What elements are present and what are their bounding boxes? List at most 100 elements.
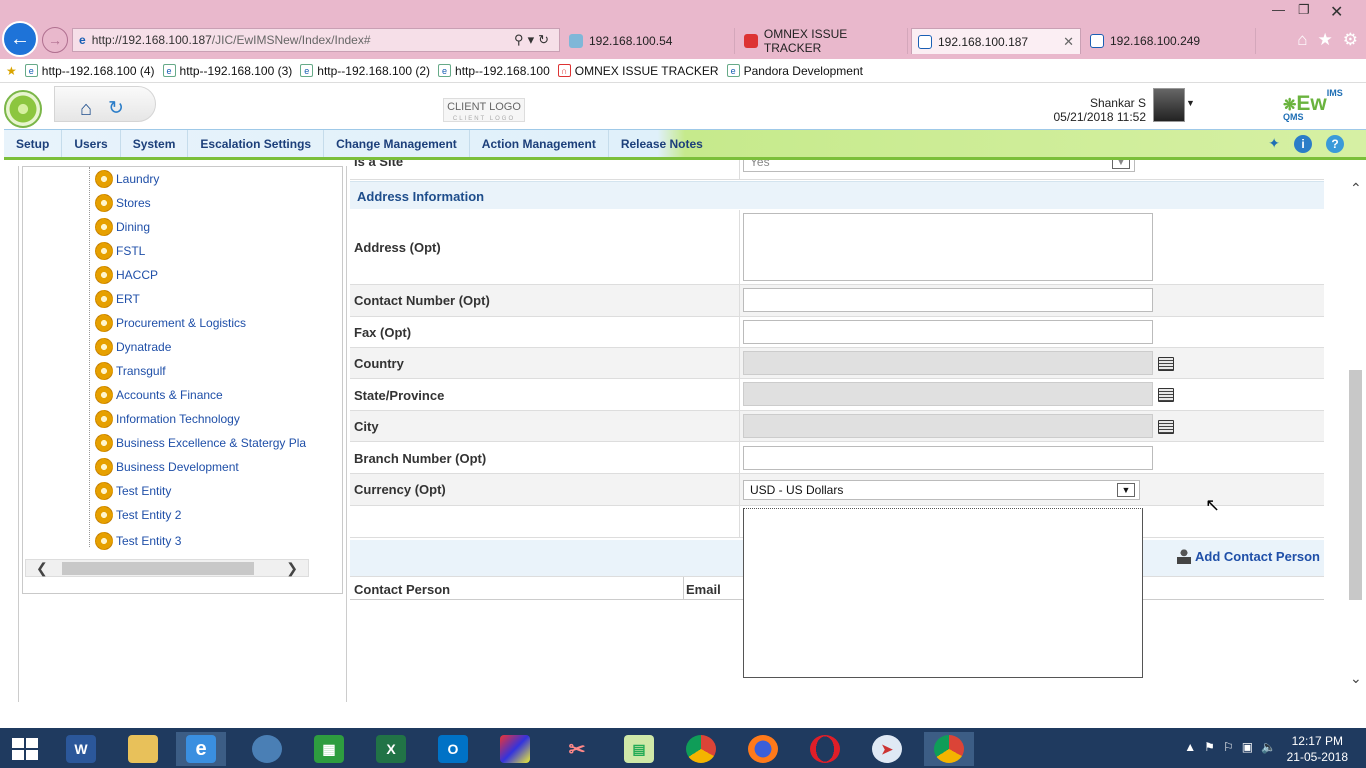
scroll-thumb[interactable] xyxy=(62,562,254,575)
menu-escalation-settings[interactable]: Escalation Settings xyxy=(188,130,325,157)
currency-dropdown-list[interactable] xyxy=(743,508,1143,678)
fax-input[interactable] xyxy=(743,320,1153,344)
chrome-app-2[interactable] xyxy=(924,732,974,766)
info-icon[interactable]: i xyxy=(1294,135,1312,153)
word-app[interactable]: W xyxy=(56,732,106,766)
favorite-link[interactable]: e http--192.168.100 (4) xyxy=(24,64,155,78)
tree-item[interactable]: ERT xyxy=(95,287,140,311)
currency-select[interactable]: USD - US Dollars ▼ xyxy=(743,480,1140,500)
home-browser-icon[interactable]: ⌂ xyxy=(1297,30,1307,50)
favorite-link[interactable]: ∩ OMNEX ISSUE TRACKER xyxy=(557,64,719,78)
thunderbird-app[interactable] xyxy=(242,732,292,766)
add-contact-person-button[interactable]: Add Contact Person xyxy=(1177,548,1320,564)
volume-icon[interactable]: 🔈 xyxy=(1261,740,1276,754)
home-icon[interactable]: ⌂ xyxy=(80,98,92,121)
tree-item[interactable]: FSTL xyxy=(95,239,145,263)
lookup-list-icon[interactable] xyxy=(1158,420,1174,434)
tree-horizontal-scrollbar[interactable]: ❮ ❯ xyxy=(25,559,309,577)
network-icon[interactable]: ▣ xyxy=(1242,740,1253,754)
close-window-icon[interactable]: ✕ xyxy=(1330,2,1343,22)
tab-4[interactable]: 192.168.100.249 xyxy=(1084,28,1256,54)
address-bar[interactable]: e http://192.168.100.187/JIC/EwIMSNew/In… xyxy=(72,28,560,52)
favorite-link[interactable]: e http--192.168.100 xyxy=(438,64,550,78)
maximize-icon[interactable]: ❐ xyxy=(1298,2,1310,18)
lookup-list-icon[interactable] xyxy=(1158,388,1174,402)
safari-app[interactable]: ➤ xyxy=(862,732,912,766)
scroll-left-icon[interactable]: ❮ xyxy=(36,560,48,577)
refresh-icon[interactable]: ↻ xyxy=(108,97,124,120)
tab-2[interactable]: OMNEX ISSUE TRACKER xyxy=(738,27,908,55)
menu-setup[interactable]: Setup xyxy=(4,130,63,157)
tree-item[interactable]: Stores xyxy=(95,191,151,215)
tree-item[interactable]: Laundry xyxy=(95,167,159,191)
menu-change-management[interactable]: Change Management xyxy=(324,130,470,157)
avatar[interactable] xyxy=(1153,88,1185,122)
help-icon[interactable]: ? xyxy=(1326,135,1344,153)
ie-app[interactable]: e xyxy=(176,732,226,766)
explorer-app[interactable] xyxy=(118,732,168,766)
tree-item[interactable]: Business Development xyxy=(95,455,239,479)
ie-tab-icon xyxy=(1090,34,1104,48)
settings-gear-icon[interactable]: ⚙ xyxy=(1343,30,1358,50)
favorite-link[interactable]: e Pandora Development xyxy=(726,64,863,78)
scroll-right-icon[interactable]: ❯ xyxy=(286,560,298,577)
tree-item[interactable]: Test Entity xyxy=(95,479,171,503)
tree-item[interactable]: Procurement & Logistics xyxy=(95,311,246,335)
is-site-select[interactable]: Yes ▼ xyxy=(743,160,1135,172)
paint-app[interactable] xyxy=(490,732,540,766)
snipping-app[interactable]: ✂ xyxy=(552,732,602,766)
chevron-down-icon[interactable]: ▼ xyxy=(1112,160,1130,169)
tray-app-icon[interactable]: ⚑ xyxy=(1204,740,1215,754)
branch-number-input[interactable] xyxy=(743,446,1153,470)
opera-app[interactable] xyxy=(800,732,850,766)
close-tab-icon[interactable]: ✕ xyxy=(1063,34,1074,50)
chart-app[interactable]: ▤ xyxy=(614,732,664,766)
menu-users[interactable]: Users xyxy=(62,130,121,157)
project-app[interactable]: ▦ xyxy=(304,732,354,766)
form-row-country: Country xyxy=(350,348,1324,379)
favorites-star-icon[interactable]: ★ xyxy=(1318,30,1333,50)
add-favorite-icon[interactable]: ★ xyxy=(6,64,17,78)
tree-item[interactable]: Dining xyxy=(95,215,150,239)
back-button[interactable]: ← xyxy=(2,21,38,57)
scroll-down-icon[interactable]: ⌄ xyxy=(1350,670,1362,687)
pin-icon[interactable]: ✦ xyxy=(1268,135,1280,153)
scroll-up-icon[interactable]: ⌃ xyxy=(1350,180,1362,197)
tree-item[interactable]: Transgulf xyxy=(95,359,166,383)
tree-item[interactable]: HACCP xyxy=(95,263,158,287)
tab-3-active[interactable]: 192.168.100.187 ✕ xyxy=(911,28,1081,54)
forward-button[interactable]: → xyxy=(42,27,68,53)
windows-start-icon[interactable] xyxy=(12,738,38,760)
favorite-link[interactable]: e http--192.168.100 (3) xyxy=(162,64,292,78)
state-input xyxy=(743,382,1153,406)
app-logo-icon xyxy=(4,90,42,128)
tree-item[interactable]: Information Technology xyxy=(95,407,240,431)
excel-app[interactable]: X xyxy=(366,732,416,766)
tree-item[interactable]: Dynatrade xyxy=(95,335,171,359)
col-contact-person: Contact Person xyxy=(354,582,451,597)
tree-item[interactable]: Test Entity 3 xyxy=(95,529,181,553)
chevron-down-icon[interactable]: ▼ xyxy=(1186,98,1195,108)
tree-item[interactable]: Accounts & Finance xyxy=(95,383,223,407)
outlook-app[interactable]: O xyxy=(428,732,478,766)
chrome-app[interactable] xyxy=(676,732,726,766)
minimize-icon[interactable]: — xyxy=(1272,2,1285,17)
tray-flag-icon[interactable]: ⚐ xyxy=(1223,740,1234,754)
lookup-list-icon[interactable] xyxy=(1158,357,1174,371)
menu-system[interactable]: System xyxy=(121,130,189,157)
tree-item[interactable]: Business Excellence & Statergy Pla xyxy=(95,431,306,455)
chevron-down-icon[interactable]: ▼ xyxy=(1117,483,1135,497)
firefox-app[interactable] xyxy=(738,732,788,766)
address-textarea[interactable] xyxy=(743,213,1153,281)
contact-number-input[interactable] xyxy=(743,288,1153,312)
menu-release-notes[interactable]: Release Notes xyxy=(609,130,715,157)
tab-1[interactable]: 192.168.100.54 xyxy=(563,28,735,54)
tray-expand-icon[interactable]: ▲ xyxy=(1184,740,1196,754)
tree-item[interactable]: Test Entity 2 xyxy=(95,503,181,527)
favorite-link[interactable]: e http--192.168.100 (2) xyxy=(300,64,430,78)
taskbar-clock[interactable]: 12:17 PM 21-05-2018 xyxy=(1287,733,1348,765)
address-controls[interactable]: ⚲▾↻ xyxy=(514,32,553,48)
scroll-thumb[interactable] xyxy=(1349,370,1362,600)
vertical-scrollbar[interactable]: ⌃ ⌄ xyxy=(1347,180,1364,692)
menu-action-management[interactable]: Action Management xyxy=(470,130,609,157)
